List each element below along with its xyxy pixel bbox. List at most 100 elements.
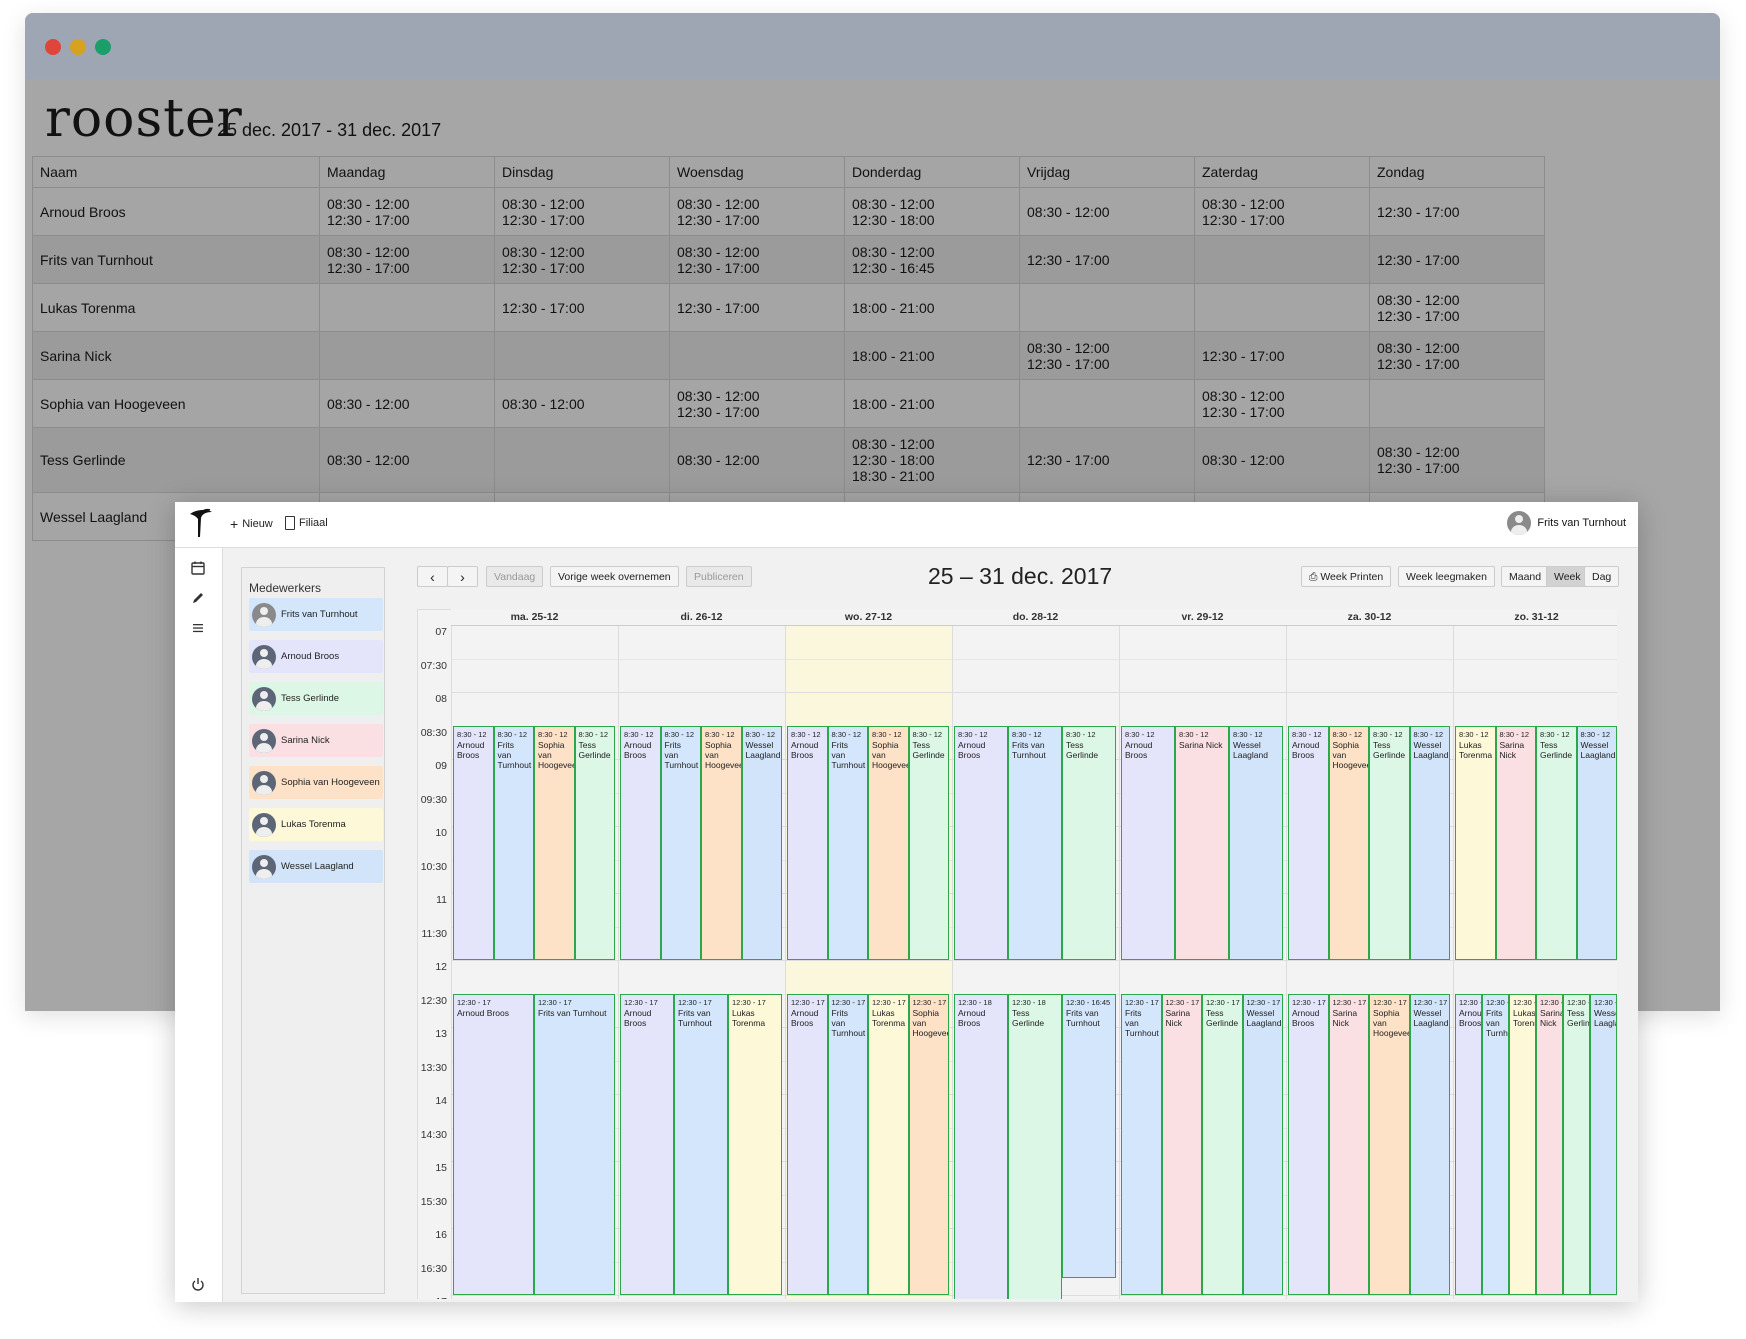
copy-previous-week-button[interactable]: Vorige week overnemen — [550, 566, 679, 587]
time-label: 17 — [417, 1296, 447, 1299]
shift-event[interactable]: 12:30 - 17Frits van Turnhout — [674, 993, 728, 1295]
list-icon[interactable] — [190, 620, 206, 636]
shift-event[interactable]: 8:30 - 12 Wessel Laagland — [1576, 725, 1617, 960]
power-icon[interactable] — [190, 1276, 206, 1292]
shift-event[interactable]: 8:30 - 12Sophia van Hoogeveen — [1328, 725, 1369, 960]
shift-event[interactable]: 12:30 - 17Sophia van Hoogeveen — [1369, 993, 1410, 1295]
shift-event[interactable]: 8:30 - 12 Arnoud Broos — [453, 725, 494, 960]
shift-event-employee: Frits van Turnhout — [664, 739, 699, 770]
shift-event[interactable]: 8:30 - 12 Tess Gerlinde — [574, 725, 615, 960]
publish-button[interactable]: Publiceren — [686, 566, 752, 587]
shift-event[interactable]: 12:30 - 17Arnoud Broos — [620, 993, 674, 1295]
shift-event-time: 8:30 - 12 — [1125, 729, 1155, 739]
day-header[interactable]: vr. 29-12 — [1119, 609, 1286, 626]
shift-event[interactable]: 8:30 - 12 Lukas Torenma — [1455, 725, 1496, 960]
shift-event[interactable]: 12:30 - 17Arnoud Broos — [787, 993, 828, 1295]
shift-event[interactable]: 8:30 - 12Sophia van Hoogeveen — [534, 725, 575, 960]
shift-event[interactable]: 8:30 - 12 Wessel Laagland — [1409, 725, 1450, 960]
shift-event-time: 12:30 - 17 — [1567, 997, 1589, 1007]
shift-event[interactable]: 8:30 - 12 Arnoud Broos — [954, 725, 1008, 960]
print-week-button[interactable]: ⎙ Week Printen — [1301, 566, 1392, 587]
minimize-window-icon[interactable] — [70, 39, 86, 55]
rooster-logo-icon[interactable] — [186, 508, 215, 539]
shift-event[interactable]: 8:30 - 12 Frits van Turnhout — [1008, 725, 1062, 960]
shift-event[interactable]: 12:30 - 17Lukas Torenma — [1509, 993, 1536, 1295]
shift-event[interactable]: 8:30 - 12 Tess Gerlinde — [1369, 725, 1410, 960]
shift-event[interactable]: 8:30 - 12 Arnoud Broos — [1121, 725, 1175, 960]
employee-item[interactable]: Sarina Nick — [249, 724, 383, 757]
shift-event[interactable]: 12:30 - 17Wessel Laagland — [1242, 993, 1283, 1295]
shift-event[interactable]: 8:30 - 12 Arnoud Broos — [787, 725, 828, 960]
shift-event[interactable]: 12:30 - 17Frits van Turnhout — [534, 993, 615, 1295]
shift-event[interactable]: 8:30 - 12 Sarina Nick — [1495, 725, 1536, 960]
shift-event[interactable]: 8:30 - 12 Arnoud Broos — [620, 725, 661, 960]
new-button[interactable]: + Nieuw — [230, 516, 273, 532]
shift-event[interactable]: 12:30 - 17Wessel Laagland — [1590, 993, 1617, 1295]
shift-event[interactable]: 12:30 - 18 Tess Gerlinde — [1008, 993, 1062, 1299]
close-window-icon[interactable] — [45, 39, 61, 55]
shift-event[interactable]: 8:30 - 12 Wessel Laagland — [1229, 725, 1283, 960]
shift-event[interactable]: 8:30 - 12 Tess Gerlinde — [908, 725, 949, 960]
shift-event-time: 12:30 - 17 — [732, 997, 766, 1007]
day-header[interactable]: zo. 31-12 — [1453, 609, 1617, 626]
shift-event-time: 8:30 - 12 — [1066, 729, 1096, 739]
view-month-button[interactable]: Maand — [1501, 566, 1550, 587]
shift-event[interactable]: 8:30 - 12Sophia van Hoogeveen — [701, 725, 742, 960]
shift-event[interactable]: 12:30 - 17Frits van Turnhout — [827, 993, 868, 1295]
clear-week-button[interactable]: Week leegmaken — [1398, 566, 1495, 587]
day-header[interactable]: di. 26-12 — [618, 609, 785, 626]
shift-event[interactable]: 8:30 - 12 Tess Gerlinde — [1536, 725, 1577, 960]
today-button[interactable]: Vandaag — [486, 566, 544, 587]
shift-event[interactable]: 12:30 - 18 Arnoud Broos — [954, 993, 1008, 1299]
shift-event[interactable]: 12:30 - 17Arnoud Broos — [1288, 993, 1329, 1295]
shift-event[interactable]: 12:30 - 16:45 Frits van Turnhout — [1062, 993, 1116, 1279]
roster-shift-time: 08:30 - 12:00 — [1202, 452, 1285, 468]
day-header[interactable]: do. 28-12 — [952, 609, 1119, 626]
shift-event-employee: Lukas Torenma — [872, 1007, 906, 1028]
calendar-icon[interactable] — [190, 560, 206, 576]
day-header[interactable]: za. 30-12 — [1286, 609, 1453, 626]
roster-shift-cell: 08:30 - 12:00 — [494, 379, 670, 428]
employee-item[interactable]: Arnoud Broos — [249, 640, 383, 673]
shift-event[interactable]: 8:30 - 12Sophia van Hoogeveen — [868, 725, 909, 960]
view-day-button[interactable]: Dag — [1584, 566, 1620, 587]
roster-employee-name: Arnoud Broos — [32, 187, 320, 236]
shift-event[interactable]: 8:30 - 12 Tess Gerlinde — [1062, 725, 1116, 960]
next-week-button[interactable]: › — [447, 566, 478, 587]
shift-event[interactable]: 12:30 - 17Wessel Laagland — [1409, 993, 1450, 1295]
day-column-divider — [1119, 609, 1120, 1299]
shift-event[interactable]: 8:30 - 12 Frits van Turnhout — [660, 725, 701, 960]
shift-event[interactable]: 12:30 - 17Frits van Turnhout — [1121, 993, 1162, 1295]
shift-event[interactable]: 8:30 - 12 Wessel Laagland — [741, 725, 782, 960]
shift-event[interactable]: 12:30 - 17Sarina Nick — [1328, 993, 1369, 1295]
shift-event[interactable]: 12:30 - 17Arnoud Broos — [1455, 993, 1482, 1295]
shift-event[interactable]: 8:30 - 12 Sarina Nick — [1175, 725, 1229, 960]
employee-item[interactable]: Wessel Laagland — [249, 850, 383, 883]
roster-header-cell: Dinsdag — [494, 156, 670, 188]
shift-event[interactable]: 12:30 - 17Frits van Turnhout — [1482, 993, 1509, 1295]
shift-event[interactable]: 8:30 - 12 Frits van Turnhout — [493, 725, 534, 960]
pencil-icon[interactable] — [190, 590, 206, 606]
employee-item[interactable]: Tess Gerlinde — [249, 682, 383, 715]
shift-event[interactable]: 12:30 - 17Sophia van Hoogeveen — [908, 993, 949, 1295]
user-menu[interactable]: Frits van Turnhout — [1507, 511, 1626, 535]
shift-event[interactable]: 8:30 - 12 Arnoud Broos — [1288, 725, 1329, 960]
prev-week-button[interactable]: ‹ — [417, 566, 448, 587]
shift-event[interactable]: 12:30 - 17Sarina Nick — [1536, 993, 1563, 1295]
employee-item[interactable]: Sophia van Hoogeveen — [249, 766, 383, 799]
day-header[interactable]: wo. 27-12 — [785, 609, 952, 626]
shift-event[interactable]: 12:30 - 17Tess Gerlinde — [1202, 993, 1243, 1295]
shift-event[interactable]: 8:30 - 12 Frits van Turnhout — [827, 725, 868, 960]
shift-event[interactable]: 12:30 - 17Lukas Torenma — [728, 993, 782, 1295]
day-header[interactable]: ma. 25-12 — [451, 609, 618, 626]
shift-event[interactable]: 12:30 - 17Arnoud Broos — [453, 993, 534, 1295]
view-week-button[interactable]: Week — [1546, 566, 1589, 587]
shift-block-group: 8:30 - 12 Arnoud Broos 8:30 - 12 Frits van … — [787, 725, 949, 960]
employee-item[interactable]: Frits van Turnhout — [249, 598, 383, 631]
maximize-window-icon[interactable] — [95, 39, 111, 55]
shift-event[interactable]: 12:30 - 17Tess Gerlinde — [1563, 993, 1590, 1295]
shift-event[interactable]: 12:30 - 17Lukas Torenma — [868, 993, 909, 1295]
shift-event[interactable]: 12:30 - 17Sarina Nick — [1161, 993, 1202, 1295]
employee-item[interactable]: Lukas Torenma — [249, 808, 383, 841]
branch-button[interactable]: Filiaal — [285, 516, 328, 530]
